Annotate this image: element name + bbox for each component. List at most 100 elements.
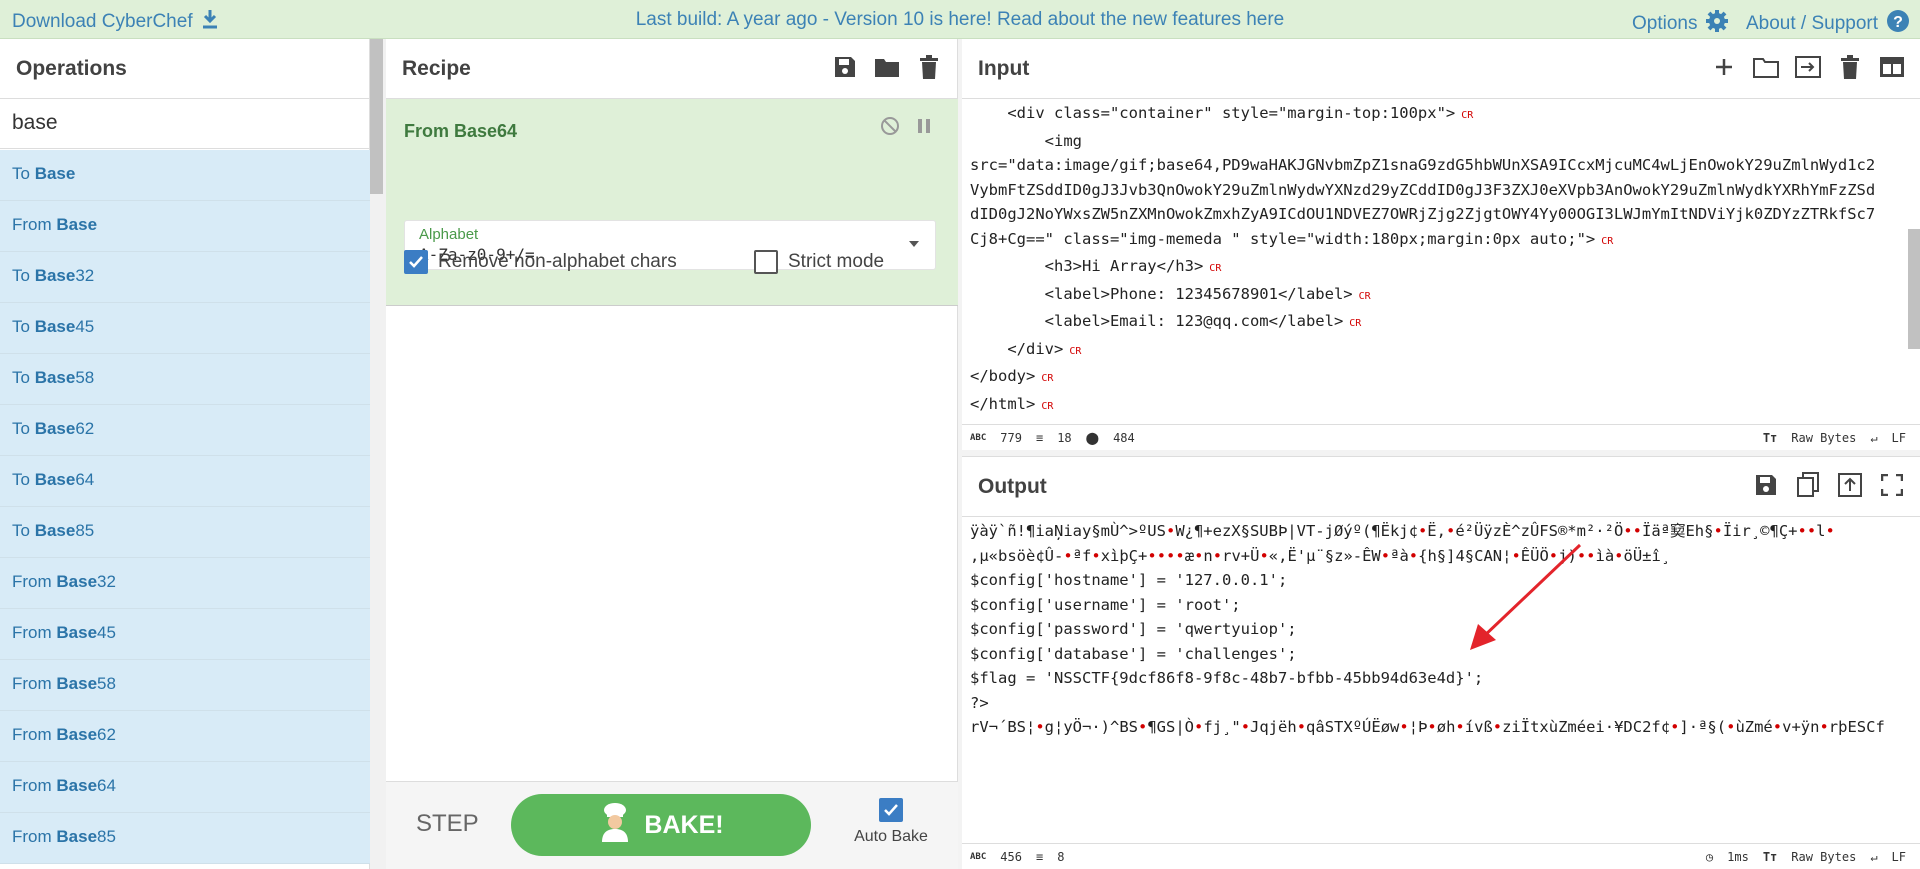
operations-scrollbar[interactable] [370, 39, 383, 194]
annotation-arrow [1470, 543, 1582, 650]
open-file-icon[interactable] [1794, 53, 1822, 81]
clear-input-icon[interactable] [1836, 53, 1864, 81]
output-line: $config['password'] = 'qwertyuiop'; [970, 620, 1297, 638]
maximise-icon[interactable] [1878, 471, 1906, 499]
load-recipe-icon[interactable] [873, 53, 901, 81]
operation-prefix: From [12, 725, 57, 744]
output-encoding[interactable]: Raw Bytes [1791, 850, 1856, 864]
copy-output-icon[interactable] [1794, 471, 1822, 499]
cr-marker: CR [1358, 290, 1371, 302]
output-eol[interactable]: LF [1892, 850, 1906, 864]
input-line: <div class="container" style="margin-top… [970, 101, 1906, 129]
operation-item[interactable]: To Base58 [0, 354, 370, 405]
remove-non-alphabet-checkbox[interactable]: Remove non-alphabet chars [404, 250, 677, 274]
output-line: $config['username'] = 'root'; [970, 595, 1241, 614]
options-label: Options [1632, 13, 1698, 34]
open-folder-icon[interactable] [1752, 53, 1780, 81]
from-base64-operation[interactable]: From Base64 Alphabet A-Za-z0-9+/= [386, 99, 958, 306]
gear-icon [1705, 9, 1729, 39]
input-line: <img [970, 129, 1906, 154]
input-line-text: </div> [970, 339, 1064, 358]
input-line-text: </body> [970, 367, 1036, 385]
operation-item[interactable]: From Base32 [0, 558, 370, 609]
chevron-down-icon [909, 241, 919, 247]
operation-item[interactable]: From Base58 [0, 660, 370, 711]
operation-item[interactable]: From Base85 [0, 813, 370, 864]
operations-header: Operations [0, 39, 369, 99]
output-line: $flag = 'NSSCTF{9dcf86f8-9f8c-48b7-bfbb-… [970, 669, 1484, 687]
add-tab-icon[interactable] [1710, 53, 1738, 81]
input-eol[interactable]: LF [1892, 431, 1906, 445]
cr-marker: CR [1041, 373, 1054, 384]
about-label: About / Support [1746, 13, 1879, 34]
operation-suffix: 62 [75, 419, 95, 438]
clear-recipe-icon[interactable] [915, 53, 943, 81]
encoding-icon: Tт [1762, 850, 1778, 864]
operation-prefix: To [12, 317, 35, 336]
operation-prefix: To [12, 368, 35, 387]
operation-prefix: To [12, 266, 35, 285]
length-icon: ABC [970, 852, 987, 862]
strict-mode-checkbox[interactable]: Strict mode [754, 250, 884, 274]
disable-operation-icon[interactable] [880, 116, 900, 141]
cr-marker: CR [1461, 110, 1474, 121]
output-line: ÿàÿ`ñ!¶iaŅiay§mÙ^>ºUS•W¿¶+ezX§SUBÞ|VT-jØ… [970, 522, 1835, 540]
input-length: 779 [1000, 431, 1022, 445]
length-icon: ABC [970, 433, 987, 443]
layout-icon[interactable] [1878, 53, 1906, 81]
checkbox-unchecked-icon [754, 250, 778, 274]
operation-match: Base [56, 674, 98, 693]
operation-item[interactable]: From Base45 [0, 609, 370, 660]
output-line: $config['database'] = 'challenges'; [970, 644, 1297, 663]
pause-operation-icon[interactable] [916, 116, 932, 141]
operation-match: Base [34, 266, 76, 285]
output-line: ?> [970, 693, 989, 712]
output-lines: 8 [1057, 850, 1065, 864]
input-title: Input [978, 56, 1030, 80]
output-textarea[interactable]: ÿàÿ`ñ!¶iaŅiay§mÙ^>ºUS•W¿¶+ezX§SUBÞ|VT-jØ… [970, 519, 1906, 740]
operation-item[interactable]: To Base [0, 150, 370, 201]
operation-suffix: 45 [75, 317, 95, 336]
chef-icon [598, 802, 632, 849]
save-output-icon[interactable] [1752, 471, 1780, 499]
operation-match: Base [56, 725, 98, 744]
recipe-title: Recipe [402, 56, 471, 80]
input-lines: 18 [1057, 431, 1072, 445]
operation-item[interactable]: To Base32 [0, 252, 370, 303]
operation-suffix: 85 [75, 521, 95, 540]
output-length: 456 [1000, 850, 1022, 864]
input-scrollbar[interactable] [1908, 229, 1920, 349]
input-textarea[interactable]: <div class="container" style="margin-top… [970, 101, 1906, 419]
input-line: <label>Email: 123@qq.com</label> CR [970, 309, 1906, 337]
remove-non-alphabet-label: Remove non-alphabet chars [438, 251, 677, 272]
operations-search-input[interactable]: base [0, 99, 369, 149]
operation-item[interactable]: To Base64 [0, 456, 370, 507]
operation-item[interactable]: From Base62 [0, 711, 370, 762]
about-link[interactable]: About / Support ? [1746, 9, 1910, 39]
io-pane: Input <div class="container" style="marg… [962, 39, 1920, 869]
operation-item[interactable]: To Base62 [0, 405, 370, 456]
alphabet-label: Alphabet [419, 226, 479, 243]
operation-suffix: 32 [75, 266, 95, 285]
bake-button[interactable]: BAKE! [511, 794, 811, 856]
input-line-text: </html> [970, 394, 1036, 413]
eol-icon: ↵ [1870, 850, 1878, 864]
save-recipe-icon[interactable] [831, 53, 859, 81]
input-line-text: src="data:image/gif;base64,PD9waHAKJGNvb… [970, 156, 1876, 174]
operations-list: To Base From Base To Base32 To Base45 To Bas… [0, 150, 370, 869]
operation-item[interactable]: From Base [0, 201, 370, 252]
input-encoding[interactable]: Raw Bytes [1791, 431, 1856, 445]
auto-bake-checkbox[interactable]: Auto Bake [846, 798, 936, 846]
step-button[interactable]: STEP [416, 810, 479, 838]
input-header: Input [962, 39, 1920, 99]
options-link[interactable]: Options [1632, 9, 1729, 39]
io-divider[interactable] [962, 450, 1920, 457]
operation-item[interactable]: From Base64 [0, 762, 370, 813]
operation-item[interactable]: To Base85 [0, 507, 370, 558]
operation-item[interactable]: To Base45 [0, 303, 370, 354]
input-line-text: Cj8+Cg==" class="img-memeda " style="wid… [970, 229, 1596, 248]
recipe-header: Recipe [386, 39, 957, 99]
operation-prefix: From [12, 776, 57, 795]
replace-input-icon[interactable] [1836, 471, 1864, 499]
input-position: 484 [1113, 431, 1135, 445]
